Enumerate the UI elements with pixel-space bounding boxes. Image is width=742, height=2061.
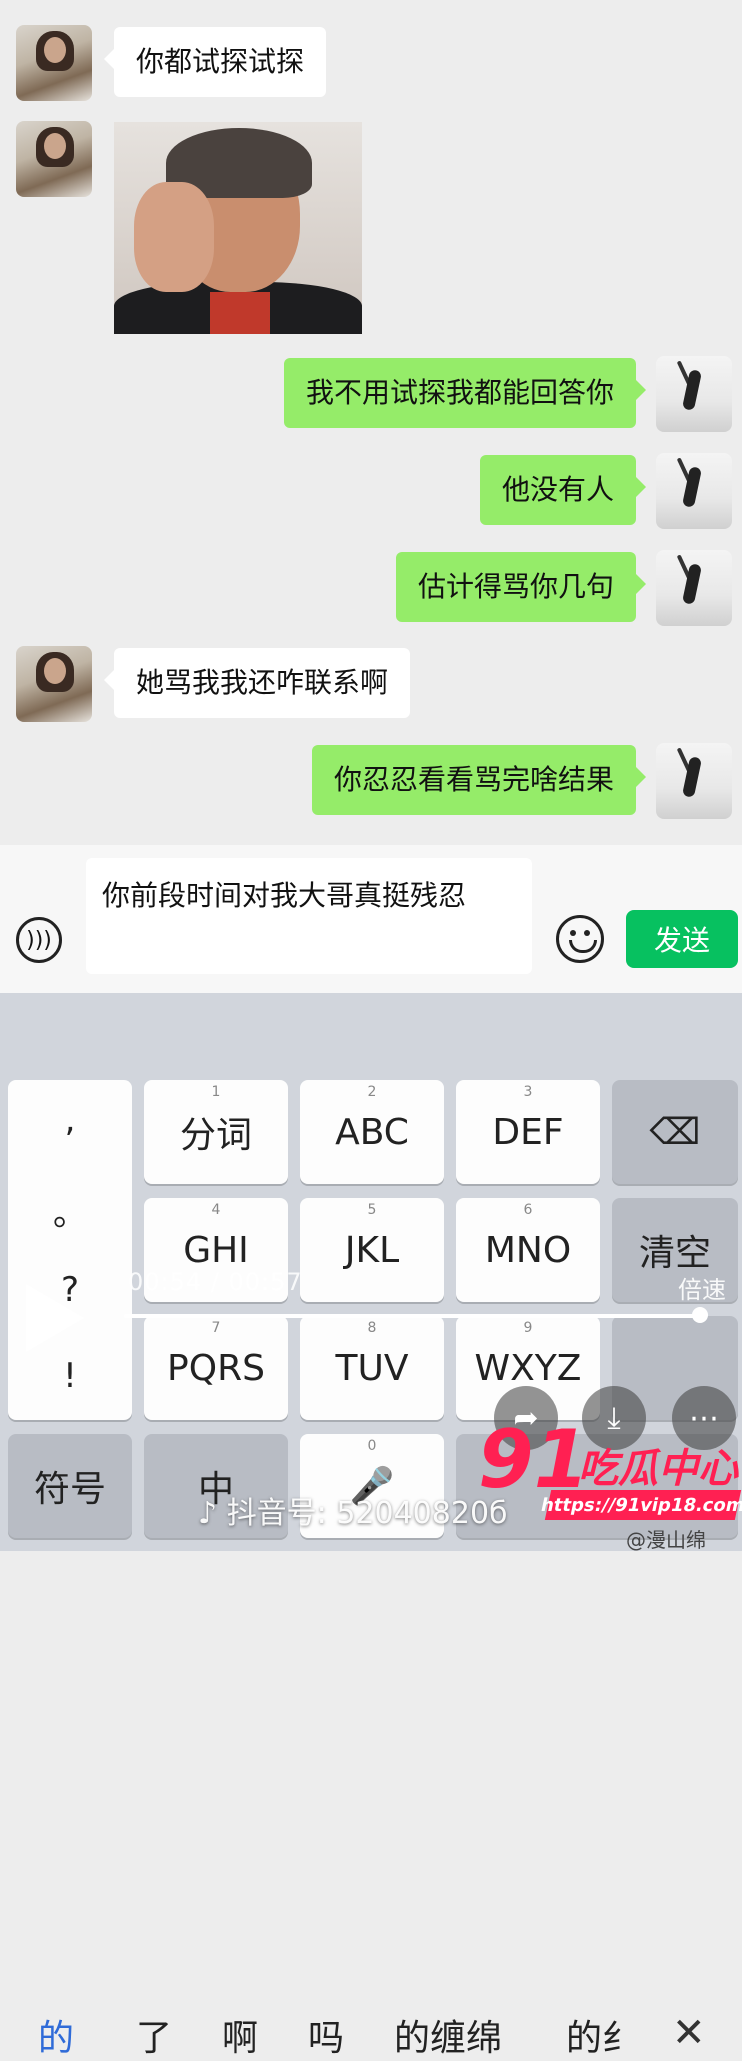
candidate-word[interactable]: 的 <box>38 2009 74 2061</box>
backspace-key[interactable]: ⌫ <box>612 1080 738 1184</box>
voice-icon[interactable]: ))) <box>16 917 62 963</box>
contact-avatar[interactable] <box>16 646 92 722</box>
key-2[interactable]: 2 ABC <box>300 1080 444 1184</box>
candidate-bar: 的 了 啊 吗 的缠绵 的纟 ✕ <box>0 993 742 2059</box>
key-8[interactable]: 8 TUV <box>300 1316 444 1420</box>
key-5[interactable]: 5 JKL <box>300 1198 444 1302</box>
message-bubble-received[interactable]: 她骂我我还咋联系啊 <box>103 648 411 718</box>
punctuation-key[interactable]: 。 <box>8 1186 132 1235</box>
self-avatar[interactable] <box>656 743 732 819</box>
message-bubble-received[interactable]: 你都试探试探 <box>103 27 327 97</box>
space-key[interactable]: 0 🎤 <box>300 1434 444 1538</box>
message-bubble-sent[interactable]: 你忍忍看看骂完啥结果 <box>311 745 647 815</box>
punctuation-column[interactable]: , 。 ? ! <box>8 1080 132 1420</box>
message-input[interactable]: 你前段时间对我大哥真挺残忍 <box>86 858 532 974</box>
message-bubble-sent[interactable]: 他没有人 <box>479 455 647 525</box>
self-avatar[interactable] <box>656 453 732 529</box>
key-1[interactable]: 1 分词 <box>144 1080 288 1184</box>
self-avatar[interactable] <box>656 550 732 626</box>
punctuation-key[interactable]: ? <box>8 1270 132 1310</box>
language-key[interactable]: 中 <box>144 1434 288 1538</box>
candidate-word[interactable]: 了 <box>136 2009 172 2061</box>
message-bubble-sent[interactable]: 我不用试探我都能回答你 <box>283 358 647 428</box>
man-scratching-head-sticker[interactable] <box>114 122 362 334</box>
punctuation-key[interactable]: ! <box>8 1356 132 1396</box>
contact-avatar[interactable] <box>16 25 92 101</box>
clear-key[interactable]: 清空 <box>612 1198 738 1302</box>
close-icon[interactable]: ✕ <box>672 2010 706 2056</box>
enter-key[interactable] <box>612 1316 738 1420</box>
key-4[interactable]: 4 GHI <box>144 1198 288 1302</box>
chat-area: 你都试探试探 我不用试探我都能回答你 他没有人 估计得骂你几句 她骂我我还咋联系… <box>0 0 742 845</box>
backspace-icon: ⌫ <box>649 1111 701 1153</box>
candidate-word[interactable]: 的缠绵 <box>394 2009 502 2061</box>
candidate-word[interactable]: 的纟 <box>566 2009 638 2061</box>
key-6[interactable]: 6 MNO <box>456 1198 600 1302</box>
key-7[interactable]: 7 PQRS <box>144 1316 288 1420</box>
candidate-word[interactable]: 啊 <box>222 2009 258 2061</box>
key-3[interactable]: 3 DEF <box>456 1080 600 1184</box>
key-9[interactable]: 9 WXYZ <box>456 1316 600 1420</box>
self-avatar[interactable] <box>656 356 732 432</box>
message-bubble-sent[interactable]: 估计得骂你几句 <box>395 552 647 622</box>
candidate-word[interactable]: 吗 <box>308 2009 344 2061</box>
send-button[interactable]: 发送 <box>626 910 738 968</box>
microphone-icon: 🎤 <box>349 1466 395 1507</box>
contact-avatar[interactable] <box>16 121 92 197</box>
symbols-key[interactable]: 符号 <box>8 1434 132 1538</box>
punctuation-key[interactable]: , <box>8 1100 132 1140</box>
return-key[interactable] <box>456 1434 738 1538</box>
emoji-icon[interactable] <box>556 915 604 963</box>
